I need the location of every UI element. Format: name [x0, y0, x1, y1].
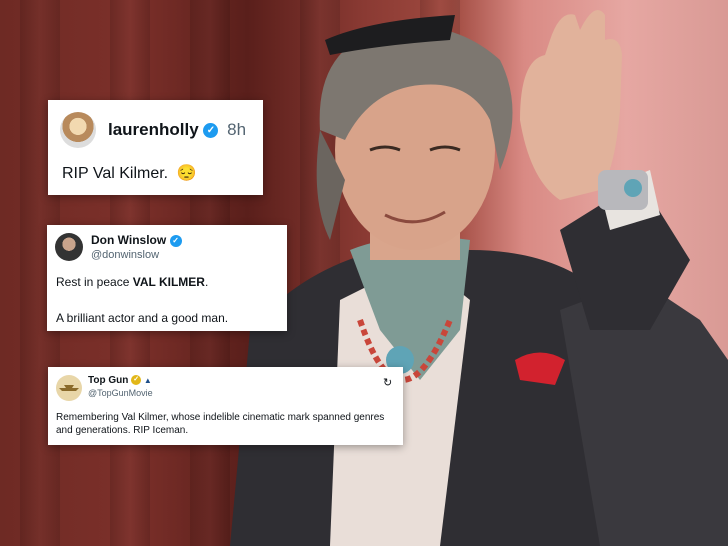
pensive-face-emoji: 😔 — [176, 165, 197, 182]
affiliate-badge-icon: ▲ — [143, 376, 152, 385]
photo-background: laurenholly ✓ 8h RIP Val Kilmer. 😔 Don W… — [0, 0, 728, 546]
avatar[interactable] — [60, 112, 96, 148]
gold-verified-badge-icon: ✓ — [131, 375, 142, 386]
tweet-text: RIP Val Kilmer. — [62, 165, 169, 182]
tweet-text: Remembering Val Kilmer, whose indelible … — [56, 412, 385, 436]
tweet-card-laurenholly[interactable]: laurenholly ✓ 8h RIP Val Kilmer. 😔 — [48, 100, 263, 195]
avatar[interactable] — [55, 233, 83, 261]
verified-badge-icon: ✓ — [203, 123, 219, 139]
tweet-text-line2: A brilliant actor and a good man. — [56, 311, 229, 325]
tweet-display-name[interactable]: Top Gun — [88, 375, 128, 386]
verified-badge-icon: ✓ — [169, 234, 182, 247]
tweet-username[interactable]: laurenholly — [108, 120, 199, 139]
topgun-logo-icon — [59, 385, 79, 391]
tweet-text-prefix: Rest in peace — [56, 275, 133, 289]
tweet-handle[interactable]: @donwinslow — [91, 249, 159, 261]
avatar[interactable] — [56, 375, 82, 401]
tweet-text-bold: VAL KILMER — [132, 275, 205, 289]
tweet-timestamp[interactable]: 8h — [227, 120, 246, 139]
tweet-display-name[interactable]: Don Winslow — [91, 233, 166, 247]
tweet-card-topgun[interactable]: Top Gun ✓ ▲ @TopGunMovie ↻ Remembering V… — [48, 367, 403, 445]
tweet-card-donwinslow[interactable]: Don Winslow ✓ @donwinslow Rest in peace … — [47, 225, 287, 331]
refresh-icon[interactable]: ↻ — [383, 377, 395, 389]
tweet-handle[interactable]: @TopGunMovie — [88, 388, 153, 398]
tweet-text-suffix: . — [204, 275, 209, 289]
tweet-text-line1: Rest in peace VAL KILMER. — [56, 275, 208, 289]
